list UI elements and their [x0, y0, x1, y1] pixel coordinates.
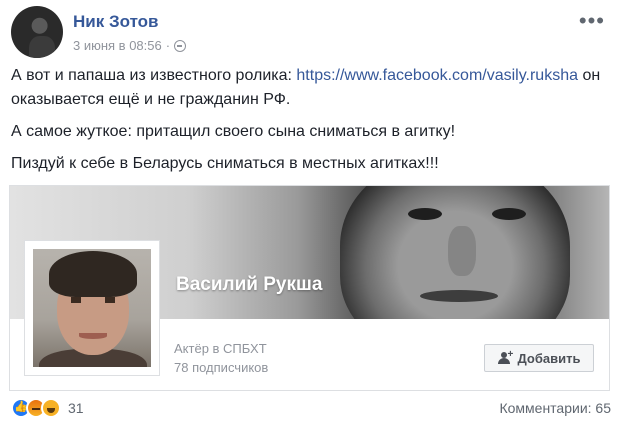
add-button-label: Добавить — [517, 350, 581, 366]
author-avatar[interactable] — [11, 6, 63, 58]
post-paragraph-3: Пиздуй к себе в Беларусь сниматься в мес… — [11, 155, 439, 172]
page-link-card[interactable]: Василий Рукша Актёр в СПБХТ 78 подписчик… — [9, 185, 610, 391]
post-header: Ник Зотов 3 июня в 08:56 · ••• — [11, 6, 611, 62]
cover-mouth — [420, 290, 498, 302]
post-date[interactable]: 3 июня в 08:56 — [73, 38, 162, 53]
globe-icon — [174, 39, 187, 52]
comments-count[interactable]: Комментарии: 65 — [499, 400, 611, 416]
post-meta: 3 июня в 08:56 · — [73, 38, 187, 53]
page-subtitle: Актёр в СПБХТ — [174, 341, 267, 356]
page-followers: 78 подписчиков — [174, 360, 269, 375]
add-user-icon: + — [497, 349, 513, 364]
page-profile-picture[interactable] — [24, 240, 160, 376]
cover-eye — [408, 208, 442, 220]
profile-photo — [33, 249, 151, 367]
haha-reaction-icon — [41, 398, 61, 418]
reactions-summary[interactable]: 31 — [11, 398, 84, 418]
cover-eye — [492, 208, 526, 220]
post-footer: 31 Комментарии: 65 — [11, 398, 611, 422]
add-friend-button[interactable]: + Добавить — [484, 344, 594, 372]
paragraph-text: А вот и папаша из известного ролика: — [11, 67, 297, 84]
profile-hair — [49, 251, 137, 297]
profile-eyes — [71, 297, 115, 303]
post-text: А вот и папаша из известного ролика: htt… — [11, 64, 611, 184]
profile-mouth — [79, 333, 107, 339]
cover-nose — [448, 226, 476, 276]
meta-separator: · — [165, 38, 171, 53]
author-name[interactable]: Ник Зотов — [73, 12, 159, 32]
reaction-count[interactable]: 31 — [68, 400, 84, 416]
more-options-icon[interactable]: ••• — [579, 8, 605, 34]
page-name[interactable]: Василий Рукша — [176, 274, 322, 296]
post-paragraph-2: А самое жуткое: притащил своего сына сни… — [11, 123, 456, 140]
post-link[interactable]: https://www.facebook.com/vasily.ruksha — [296, 67, 578, 84]
post-paragraph-1: А вот и папаша из известного ролика: htt… — [11, 64, 611, 112]
